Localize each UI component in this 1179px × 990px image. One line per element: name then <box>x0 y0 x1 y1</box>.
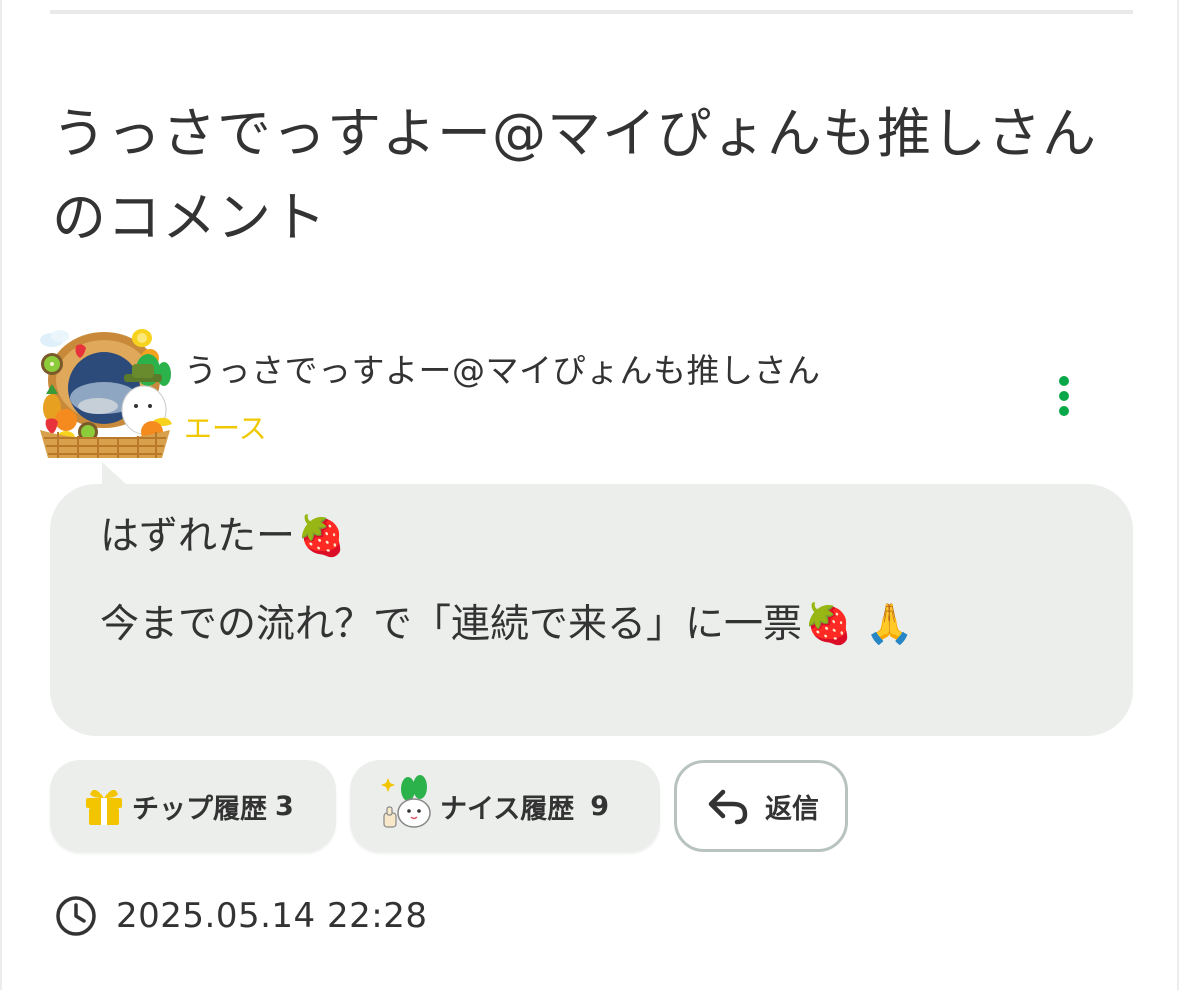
avatar[interactable] <box>38 328 172 458</box>
tip-history-count: 3 <box>275 790 294 822</box>
tip-history-button[interactable]: チップ履歴 3 <box>50 760 336 852</box>
strawberry-icon: 🍓 <box>297 514 346 559</box>
reply-arrow-icon <box>708 789 748 825</box>
tip-history-label: チップ履歴 <box>132 793 267 825</box>
comment-bubble: はずれたー 🍓 今までの流れ？で「連続で来る」に一票 🍓 🙏 <box>50 484 1133 736</box>
comment-line: はずれたー 🍓 <box>100 514 1133 560</box>
divider <box>50 10 1133 14</box>
reply-label: 返信 <box>765 793 819 825</box>
clock-icon <box>56 896 96 936</box>
nice-history-button[interactable]: ナイス履歴 9 <box>350 760 660 852</box>
nice-history-label: ナイス履歴 <box>440 793 575 825</box>
more-vertical-icon <box>1059 376 1069 386</box>
comment-line-text: はずれたー <box>100 514 296 559</box>
avatar-image <box>40 329 172 458</box>
strawberry-pray-icon: 🍓 🙏 <box>804 602 914 647</box>
comment-line-text: 今までの流れ？で「連続で来る」に一票 <box>100 602 803 647</box>
timestamp-text: 2025.05.14 22:28 <box>116 896 428 936</box>
more-vertical-icon-dot <box>1059 391 1069 401</box>
comment-page: うっさでっすよー@マイぴょんも推しさんのコメント うっさでっすよー@マイぴょんも… <box>0 0 1179 990</box>
page-title: うっさでっすよー@マイぴょんも推しさんのコメント <box>52 102 1097 249</box>
nice-history-count: 9 <box>590 790 609 822</box>
bubble-tail <box>102 462 128 486</box>
nice-mascot-icon <box>381 775 431 828</box>
comment-timestamp: 2025.05.14 22:28 <box>54 892 427 940</box>
reply-button[interactable]: 返信 <box>674 760 848 852</box>
comment-line: 今までの流れ？で「連続で来る」に一票 🍓 🙏 <box>100 602 1133 648</box>
gift-icon <box>86 789 122 825</box>
comment-header: うっさでっすよー@マイぴょんも推しさん エース <box>38 328 1138 460</box>
user-rank-badge: エース <box>184 412 267 445</box>
more-options-button[interactable] <box>1046 368 1082 424</box>
more-vertical-icon-dot <box>1059 406 1069 416</box>
user-name[interactable]: うっさでっすよー@マイぴょんも推しさん <box>184 350 821 392</box>
